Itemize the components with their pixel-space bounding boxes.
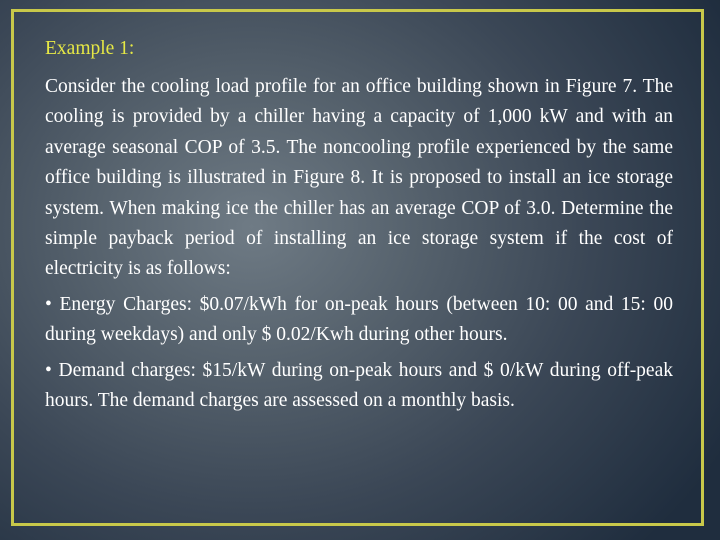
- slide-content: Example 1: Consider the cooling load pro…: [45, 34, 673, 416]
- problem-statement: Consider the cooling load profile for an…: [45, 76, 673, 280]
- slide-heading: Example 1:: [45, 38, 135, 59]
- bullet-demand-charges: • Demand charges: $15/kW during on-peak …: [45, 359, 673, 412]
- bullet-energy-charges: • Energy Charges: $0.07/kWh for on-peak …: [45, 293, 673, 346]
